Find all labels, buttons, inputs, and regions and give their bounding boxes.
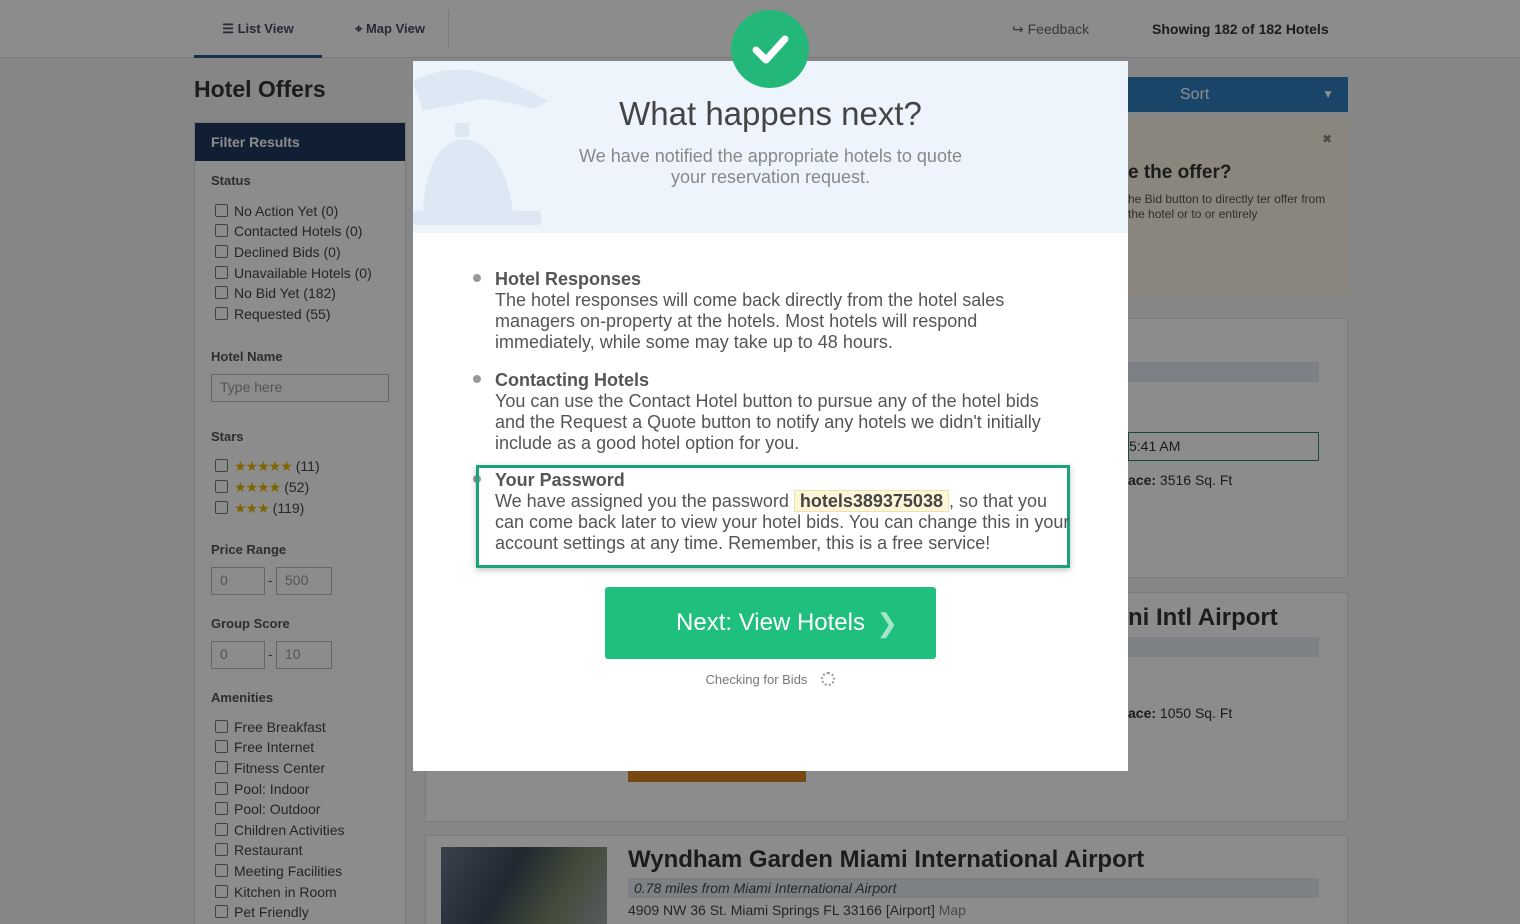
section-text-password: We have assigned you the password hotels… (495, 490, 1070, 553)
chevron-right-icon: ❯ (876, 608, 898, 638)
bullet-icon (473, 375, 481, 383)
next-view-hotels-button[interactable]: Next: View Hotels ❯ (605, 587, 936, 659)
modal-title: What happens next? (619, 95, 922, 132)
modal-subtitle: We have notified the appropriate hotels … (579, 146, 962, 187)
password-code: hotels389375038 (793, 490, 949, 512)
section-title-contacting-hotels: Contacting Hotels (495, 370, 650, 390)
checkmark-icon (752, 35, 789, 64)
service-bell-icon (413, 69, 548, 225)
loading-spinner-icon (821, 672, 836, 686)
what-happens-next-modal: What happens next? We have notified the … (413, 61, 1128, 771)
bullet-icon (473, 274, 481, 282)
section-title-password: Your Password (495, 470, 625, 490)
section-text-hotel-responses: The hotel responses will come back direc… (495, 290, 1005, 352)
section-text-contacting-hotels: You can use the Contact Hotel button to … (495, 391, 1041, 453)
checking-for-bids: Checking for Bids (413, 672, 1128, 687)
success-check-icon (731, 10, 809, 88)
section-title-hotel-responses: Hotel Responses (495, 269, 642, 289)
